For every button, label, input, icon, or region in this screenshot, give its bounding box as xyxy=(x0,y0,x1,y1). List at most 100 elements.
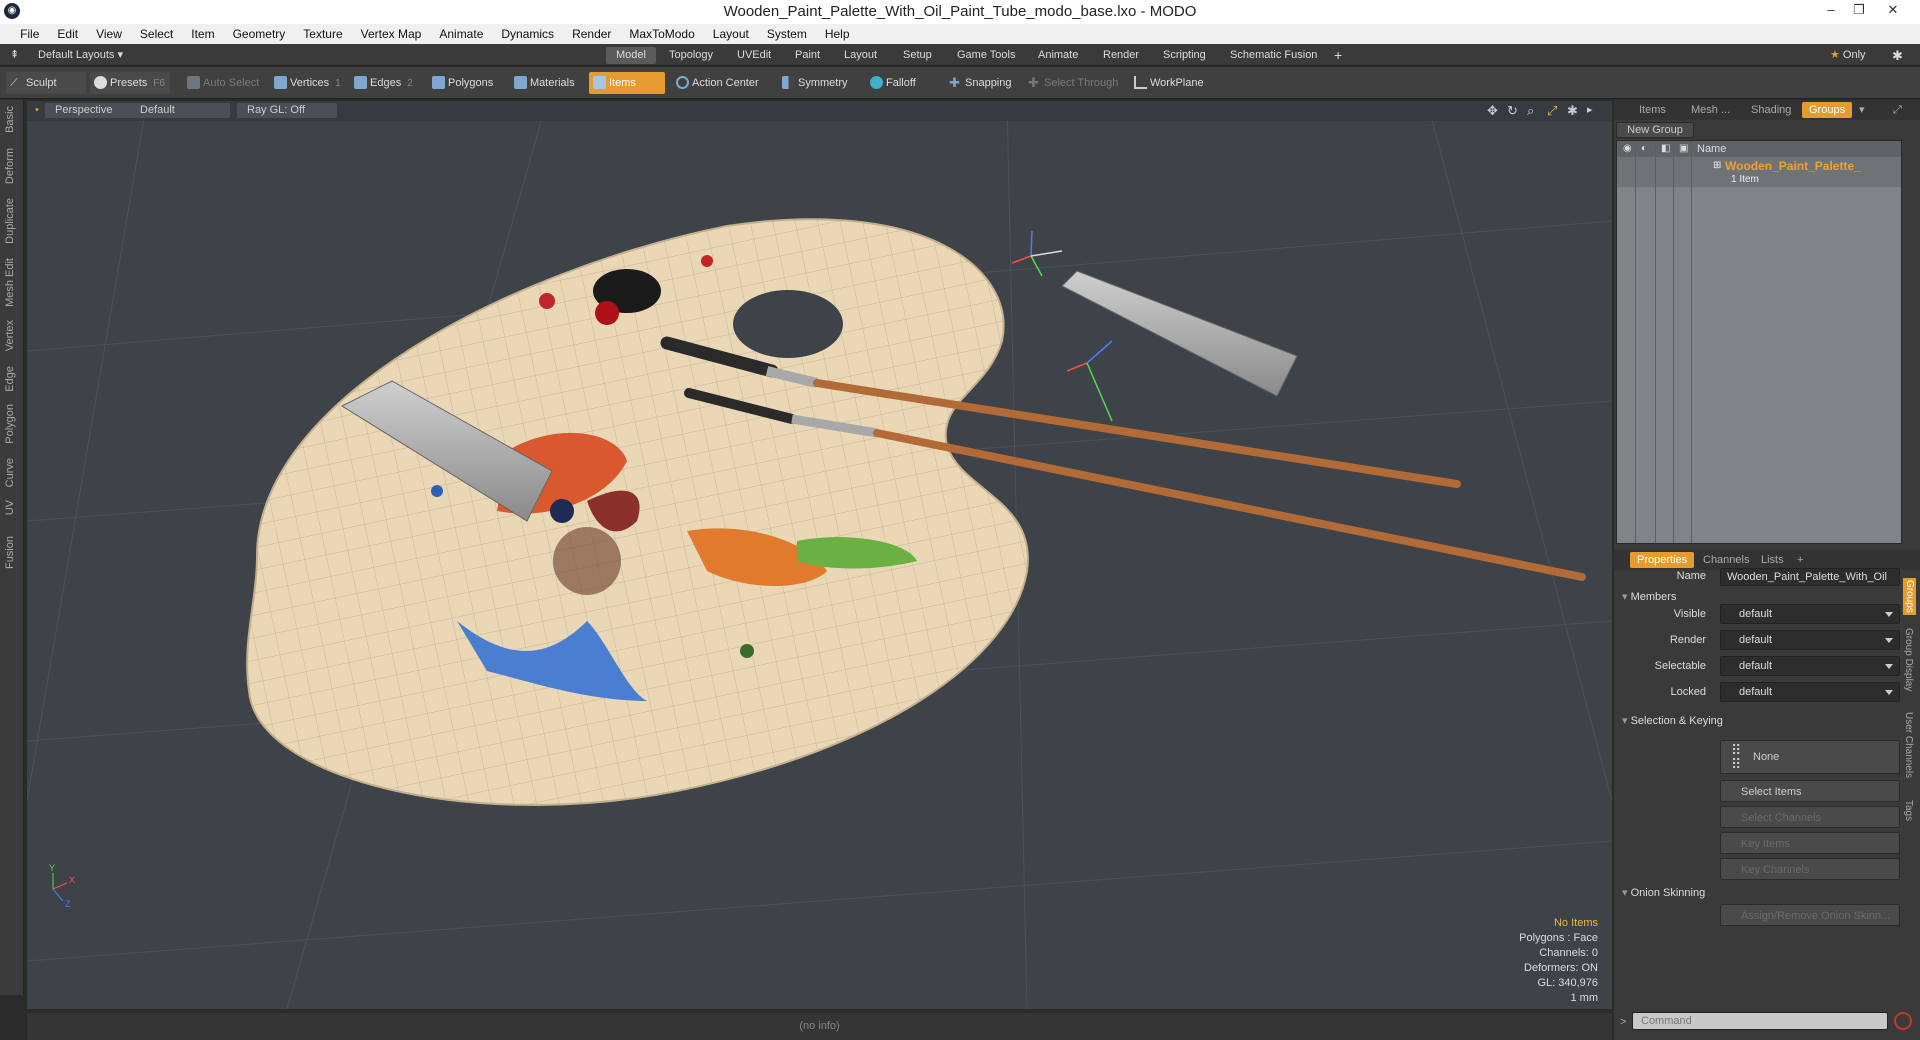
workplane-button[interactable]: WorkPlane xyxy=(1130,72,1210,94)
menu-geometry[interactable]: Geometry xyxy=(224,24,295,44)
tab-render[interactable]: Render xyxy=(1093,47,1149,64)
materials-button[interactable]: Materials xyxy=(510,72,584,94)
symmetry-button[interactable]: Symmetry xyxy=(778,72,858,94)
raygl-button[interactable]: Ray GL: Off xyxy=(237,103,337,118)
menu-maxtomodo[interactable]: MaxToModo xyxy=(620,24,703,44)
record-macro-icon[interactable] xyxy=(1894,1012,1912,1030)
selectable-dropdown[interactable]: default xyxy=(1720,656,1900,676)
tab-fusion[interactable]: Fusion xyxy=(4,536,16,569)
visible-dropdown[interactable]: default xyxy=(1720,604,1900,624)
tab-duplicate[interactable]: Duplicate xyxy=(4,198,16,244)
side-tab-tags[interactable]: Tags xyxy=(1903,800,1914,821)
tab-model[interactable]: Model xyxy=(606,47,656,64)
vertices-button[interactable]: Vertices 1 xyxy=(270,72,348,94)
tab-polygon[interactable]: Polygon xyxy=(4,404,16,444)
3d-viewport[interactable]: Y X Z No Items Polygons : Face Channels:… xyxy=(27,101,1612,1009)
only-toggle[interactable]: ★ Only xyxy=(1820,47,1876,64)
menu-texture[interactable]: Texture xyxy=(294,24,351,44)
add-tab-icon[interactable]: + xyxy=(1790,552,1810,568)
tab-uv[interactable]: UV xyxy=(4,500,16,515)
fit-view-icon[interactable]: ⤢ xyxy=(1547,103,1557,118)
menu-animate[interactable]: Animate xyxy=(430,24,492,44)
default-layouts-dropdown[interactable]: Default Layouts ▾ xyxy=(28,47,133,64)
tab-paint[interactable]: Paint xyxy=(785,47,830,64)
snapping-button[interactable]: ✚ Snapping xyxy=(945,72,1027,94)
menu-view[interactable]: View xyxy=(87,24,131,44)
key-items-button[interactable]: Key Items xyxy=(1720,832,1900,854)
tab-mesh[interactable]: Mesh ... xyxy=(1684,102,1737,118)
locked-dropdown[interactable]: default xyxy=(1720,682,1900,702)
sculpt-button[interactable]: ⟋ Sculpt xyxy=(6,72,86,94)
expand-arrow-icon[interactable]: ▸ xyxy=(1587,103,1593,118)
none-button[interactable]: ⠿ ⠿ None xyxy=(1720,740,1900,774)
menu-system[interactable]: System xyxy=(758,24,816,44)
select-through-button[interactable]: ✚ Select Through xyxy=(1024,72,1124,94)
selectable-icon[interactable]: ◧ xyxy=(1661,143,1670,154)
edges-button[interactable]: Edges 2 xyxy=(350,72,428,94)
selection-keying-section[interactable]: Selection & Keying xyxy=(1622,714,1723,727)
minimize-button[interactable]: – xyxy=(1818,2,1844,20)
render-dropdown[interactable]: default xyxy=(1720,630,1900,650)
menu-file[interactable]: File xyxy=(11,24,48,44)
falloff-button[interactable]: Falloff xyxy=(866,72,936,94)
viewport-menu-icon[interactable]: • xyxy=(31,103,43,118)
tab-topology[interactable]: Topology xyxy=(659,47,723,64)
polygons-button[interactable]: Polygons xyxy=(428,72,500,94)
key-channels-button[interactable]: Key Channels xyxy=(1720,858,1900,880)
presets-button[interactable]: Presets F6 xyxy=(90,72,170,94)
side-tab-groups[interactable]: Groups xyxy=(1903,578,1916,615)
select-channels-button[interactable]: Select Channels xyxy=(1720,806,1900,828)
layout-toggle-icon[interactable]: ⇞ xyxy=(6,47,23,64)
menu-layout[interactable]: Layout xyxy=(704,24,758,44)
tab-lists[interactable]: Lists xyxy=(1754,552,1791,568)
command-input[interactable] xyxy=(1632,1012,1888,1030)
items-button[interactable]: Items xyxy=(589,72,665,94)
restore-button[interactable]: ❐ xyxy=(1846,2,1872,20)
menu-edit[interactable]: Edit xyxy=(48,24,87,44)
tab-dropdown-icon[interactable]: ▾ xyxy=(1852,102,1872,118)
tab-shading[interactable]: Shading xyxy=(1744,102,1798,118)
group-row[interactable]: ⊞ Wooden_Paint_Palette_ 1 Item xyxy=(1617,157,1901,187)
tab-layout[interactable]: Layout xyxy=(834,47,887,64)
menu-vertex-map[interactable]: Vertex Map xyxy=(352,24,431,44)
rotate-icon[interactable]: ↻ xyxy=(1507,103,1518,118)
menu-render[interactable]: Render xyxy=(563,24,620,44)
menu-help[interactable]: Help xyxy=(816,24,859,44)
onion-skinning-section[interactable]: Onion Skinning xyxy=(1622,886,1706,899)
members-section[interactable]: Members xyxy=(1622,590,1677,603)
tab-basic[interactable]: Basic xyxy=(4,106,16,133)
tab-deform[interactable]: Deform xyxy=(4,148,16,184)
menu-select[interactable]: Select xyxy=(131,24,182,44)
tab-schematic-fusion[interactable]: Schematic Fusion xyxy=(1220,47,1327,64)
tab-uvedit[interactable]: UVEdit xyxy=(727,47,781,64)
add-tab-icon[interactable]: + xyxy=(1330,47,1346,64)
auto-select-button[interactable]: Auto Select xyxy=(183,72,263,94)
tab-edge[interactable]: Edge xyxy=(4,366,16,392)
visibility-eye-icon[interactable]: ◉ xyxy=(1623,143,1632,154)
new-group-button[interactable]: New Group xyxy=(1616,122,1694,138)
shading-mode-button[interactable]: Default xyxy=(130,103,230,118)
assign-onion-button[interactable]: Assign/Remove Onion Skinn... xyxy=(1720,904,1900,926)
tab-items[interactable]: Items xyxy=(1632,102,1673,118)
tab-groups[interactable]: Groups xyxy=(1802,102,1853,118)
render-icon[interactable]: ◐ xyxy=(1641,143,1647,154)
viewport-settings-icon[interactable]: ✱ xyxy=(1567,103,1578,118)
zoom-icon[interactable]: ⌕ xyxy=(1527,103,1534,118)
tab-channels[interactable]: Channels xyxy=(1696,552,1756,568)
gear-icon[interactable]: ✱ xyxy=(1888,47,1907,64)
action-center-button[interactable]: Action Center xyxy=(672,72,766,94)
tab-scripting[interactable]: Scripting xyxy=(1153,47,1216,64)
menu-dynamics[interactable]: Dynamics xyxy=(492,24,563,44)
lock-icon[interactable]: ▣ xyxy=(1679,143,1688,154)
name-field[interactable]: Wooden_Paint_Palette_With_Oil xyxy=(1720,568,1900,586)
select-items-button[interactable]: Select Items xyxy=(1720,780,1900,802)
panel-expand-icon[interactable]: ⤢ xyxy=(1886,102,1909,118)
pan-icon[interactable]: ✥ xyxy=(1487,103,1498,118)
tab-game-tools[interactable]: Game Tools xyxy=(947,47,1026,64)
tab-animate[interactable]: Animate xyxy=(1028,47,1088,64)
tab-vertex[interactable]: Vertex xyxy=(4,320,16,351)
close-button[interactable]: ✕ xyxy=(1880,2,1906,20)
tab-curve[interactable]: Curve xyxy=(4,458,16,487)
menu-item[interactable]: Item xyxy=(182,24,223,44)
tab-properties[interactable]: Properties xyxy=(1630,552,1695,568)
